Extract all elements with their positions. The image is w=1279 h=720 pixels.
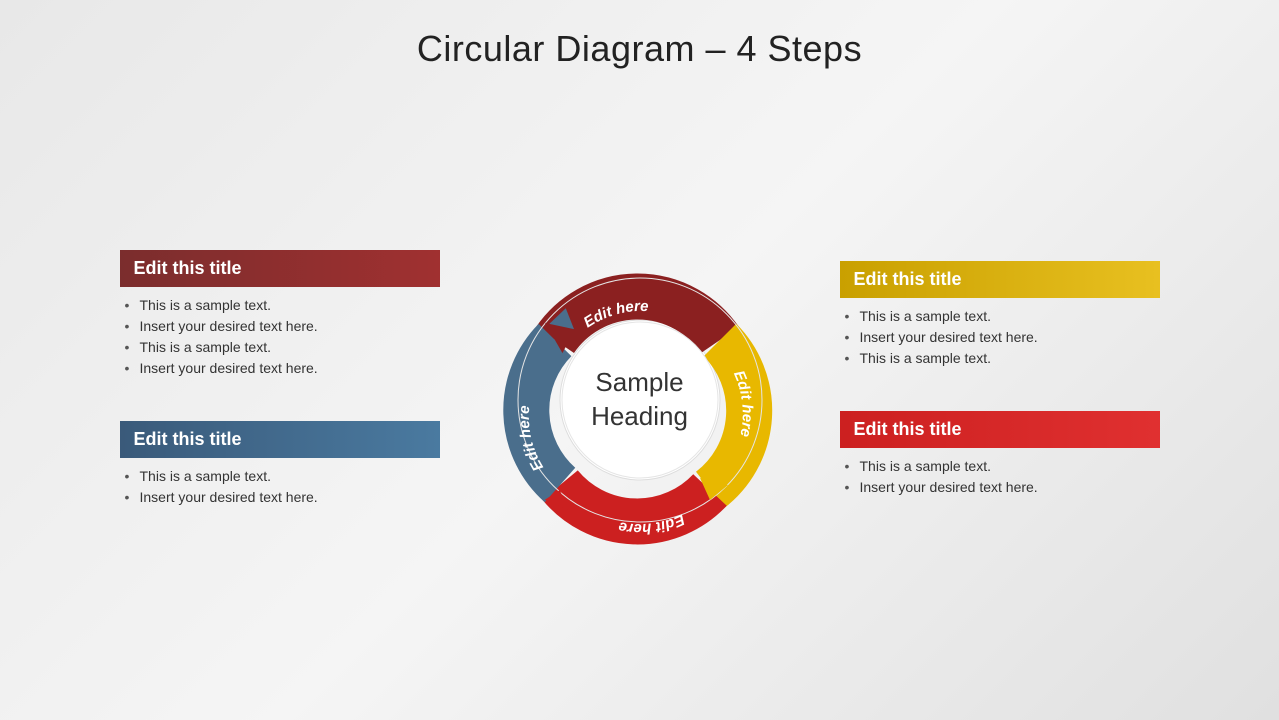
- page-title: Circular Diagram – 4 Steps: [417, 28, 862, 70]
- list-item: This is a sample text.: [125, 297, 440, 313]
- panel-bottom-left-bullets: This is a sample text. Insert your desir…: [120, 468, 440, 505]
- list-item: This is a sample text.: [845, 308, 1160, 324]
- panel-bottom-right: Edit this title This is a sample text. I…: [840, 411, 1160, 500]
- panel-top-right-title[interactable]: Edit this title: [840, 261, 1160, 298]
- panel-bottom-left: Edit this title This is a sample text. I…: [120, 421, 440, 510]
- circular-diagram[interactable]: Edit here Edit here Edit here Edit here …: [470, 230, 810, 570]
- list-item: Insert your desired text here.: [125, 318, 440, 334]
- list-item: Insert your desired text here.: [125, 360, 440, 376]
- list-item: This is a sample text.: [845, 458, 1160, 474]
- panel-top-left-title[interactable]: Edit this title: [120, 250, 440, 287]
- panel-bottom-right-title[interactable]: Edit this title: [840, 411, 1160, 448]
- list-item: This is a sample text.: [845, 350, 1160, 366]
- list-item: This is a sample text.: [125, 339, 440, 355]
- left-panels: Edit this title This is a sample text. I…: [120, 250, 440, 510]
- panel-bottom-left-title[interactable]: Edit this title: [120, 421, 440, 458]
- panel-top-left: Edit this title This is a sample text. I…: [120, 250, 440, 381]
- right-panels: Edit this title This is a sample text. I…: [840, 261, 1160, 500]
- panel-bottom-right-bullets: This is a sample text. Insert your desir…: [840, 458, 1160, 495]
- content-area: Edit this title This is a sample text. I…: [0, 80, 1279, 720]
- list-item: Insert your desired text here.: [845, 479, 1160, 495]
- panel-top-left-bullets: This is a sample text. Insert your desir…: [120, 297, 440, 376]
- panel-top-right: Edit this title This is a sample text. I…: [840, 261, 1160, 371]
- list-item: Insert your desired text here.: [845, 329, 1160, 345]
- list-item: Insert your desired text here.: [125, 489, 440, 505]
- list-item: This is a sample text.: [125, 468, 440, 484]
- panel-top-right-bullets: This is a sample text. Insert your desir…: [840, 308, 1160, 366]
